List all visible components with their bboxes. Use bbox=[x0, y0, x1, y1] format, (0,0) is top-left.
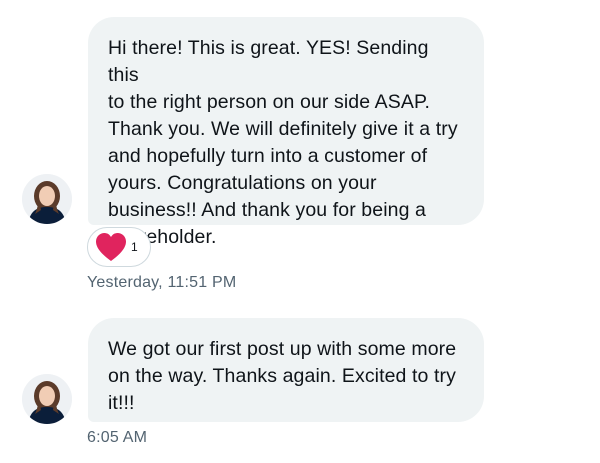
avatar[interactable] bbox=[22, 374, 72, 424]
message-bubble[interactable]: We got our first post up with some more … bbox=[88, 318, 484, 422]
heart-icon bbox=[94, 231, 128, 268]
message-timestamp: Yesterday, 11:51 PM bbox=[87, 274, 237, 291]
avatar[interactable] bbox=[22, 174, 72, 224]
message-bubble[interactable]: Hi there! This is great. YES! Sending th… bbox=[88, 17, 484, 248]
avatar-photo bbox=[22, 174, 72, 224]
avatar-photo bbox=[22, 374, 72, 424]
reaction-count: 1 bbox=[131, 240, 138, 254]
heart-reaction[interactable]: 1 bbox=[87, 227, 151, 267]
message-timestamp: 6:05 AM bbox=[87, 429, 148, 446]
